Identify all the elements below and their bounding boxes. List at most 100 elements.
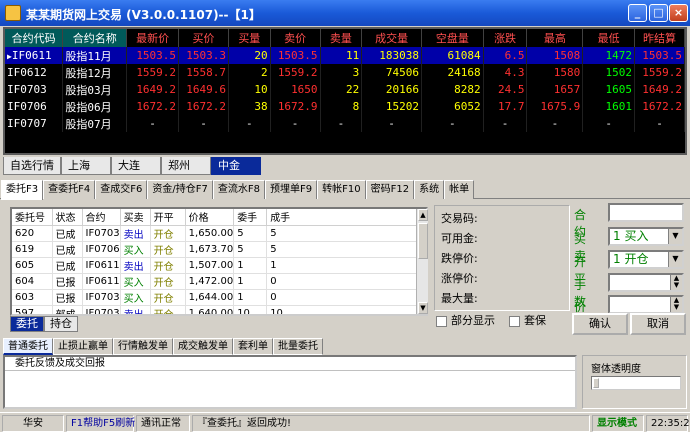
- quote-header[interactable]: 合约名称: [62, 29, 128, 47]
- orders-header-row: 委托号 状态 合约 买卖 开平 价格 委手 成手: [12, 209, 423, 226]
- quote-header[interactable]: 空盘量: [421, 29, 484, 47]
- qty-stepper[interactable]: ▲ ▼: [608, 273, 684, 292]
- tab-query-ledger[interactable]: 查流水F8: [212, 180, 265, 199]
- price-stepper[interactable]: ▲ ▼: [608, 295, 684, 314]
- tab-batch-order[interactable]: 批量委托: [273, 338, 323, 355]
- tab-market-dalian[interactable]: 大连: [111, 157, 161, 175]
- order-row[interactable]: 619 已成 IF0706 买入 开仓 1,673.70 5 5: [12, 241, 423, 258]
- minimize-button[interactable]: _: [628, 4, 647, 22]
- quote-row[interactable]: IF0707 股指07月 - - - - - - - - - - -: [5, 115, 685, 132]
- quote-header[interactable]: 涨跌: [483, 29, 528, 47]
- order-cell-status: 已成: [52, 241, 83, 258]
- quote-header[interactable]: 卖价: [270, 29, 321, 47]
- quote-header[interactable]: 成交量: [361, 29, 422, 47]
- display-mode[interactable]: 显示模式: [592, 415, 644, 432]
- row-pointer-icon: ▶: [7, 52, 12, 61]
- scroll-up-icon[interactable]: ▲: [418, 209, 428, 221]
- order-row[interactable]: 603 已报 IF0703 买入 开仓 1,644.00 1 0: [12, 289, 423, 306]
- quote-header[interactable]: 最高: [526, 29, 584, 47]
- tab-market-shanghai[interactable]: 上海: [61, 157, 111, 175]
- quote-cell-ask: 1650: [270, 81, 321, 98]
- transparency-panel: 窗体透明度: [582, 355, 687, 409]
- quote-cell-chg: 24.5: [483, 81, 528, 98]
- order-cell-contract: IF0611: [82, 273, 121, 290]
- quote-cell-prev: 1649.2: [634, 81, 685, 98]
- side-select[interactable]: 1 买入 ▼: [608, 227, 684, 246]
- tab-market-cffex[interactable]: 中金: [211, 157, 261, 175]
- close-button[interactable]: ×: [669, 4, 688, 22]
- quote-header[interactable]: 合约代码: [5, 29, 64, 47]
- orders-header[interactable]: 委手: [233, 209, 268, 226]
- order-cell-status: 已成: [52, 225, 83, 242]
- quote-header[interactable]: 昨结算: [634, 29, 685, 47]
- quote-cell-ask: -: [270, 115, 321, 132]
- maximize-button[interactable]: □: [649, 4, 668, 22]
- open-close-select[interactable]: 1 开仓 ▼: [608, 250, 684, 269]
- broker-status: 华安: [2, 415, 64, 432]
- display-options: 部分显示 套保: [436, 312, 546, 328]
- order-cell-qty: 1: [233, 289, 268, 306]
- quote-cell-oi: -: [421, 115, 484, 132]
- orders-header[interactable]: 成手: [266, 209, 423, 226]
- quote-row[interactable]: IF0612 股指12月 1559.2 1558.7 2 1559.2 3 74506 2416…: [5, 64, 685, 81]
- quote-cell-prev: 1672.2: [634, 98, 685, 115]
- orders-header[interactable]: 价格: [185, 209, 235, 226]
- cancel-button[interactable]: 取消: [630, 313, 686, 335]
- tab-market-zhengzhou[interactable]: 郑州: [161, 157, 211, 175]
- tab-funds-positions[interactable]: 资金/持仓F7: [147, 180, 213, 199]
- quote-row[interactable]: IF0706 股指06月 1672.2 1672.2 38 1672.9 8 15202 605…: [5, 98, 685, 115]
- scroll-down-icon[interactable]: ▼: [418, 302, 428, 314]
- tab-stop-order[interactable]: 止损止赢单: [53, 338, 113, 355]
- tab-preset-orders[interactable]: 预埋单F9: [264, 180, 318, 199]
- tab-positions[interactable]: 持仓: [44, 316, 78, 332]
- transparency-slider[interactable]: [591, 376, 681, 390]
- order-row[interactable]: 605 已成 IF0611 卖出 开仓 1,507.00 1 1: [12, 257, 423, 274]
- tab-password[interactable]: 密码F12: [365, 180, 415, 199]
- quote-cell-bidvol: 2: [228, 64, 271, 81]
- quote-row[interactable]: IF0703 股指03月 1649.2 1649.6 10 1650 22 20166 8282…: [5, 81, 685, 98]
- quote-row[interactable]: ▶IF0611 股指11月 1503.5 1503.3 20 1503.5 11 183038…: [5, 47, 685, 64]
- partial-display-checkbox[interactable]: 部分显示: [436, 312, 495, 328]
- orders-header[interactable]: 委托号: [12, 209, 53, 226]
- tab-trade-trigger[interactable]: 成交触发单: [173, 338, 233, 355]
- slider-handle[interactable]: [593, 378, 599, 388]
- orders-header[interactable]: 状态: [52, 209, 83, 226]
- tab-system[interactable]: 系统: [414, 180, 445, 199]
- tab-orders[interactable]: 委托: [10, 316, 44, 332]
- tab-normal-order[interactable]: 普通委托: [3, 338, 53, 355]
- quote-header[interactable]: 买价: [178, 29, 229, 47]
- orders-scrollbar[interactable]: ▲ ▼: [416, 209, 428, 314]
- quote-cell-low: 1601: [582, 98, 635, 115]
- quote-header[interactable]: 卖量: [320, 29, 363, 47]
- quote-header[interactable]: 最低: [582, 29, 635, 47]
- tab-quote-trigger[interactable]: 行情触发单: [113, 338, 173, 355]
- quote-cell-bid: 1503.3: [178, 47, 229, 64]
- orders-header[interactable]: 开平: [150, 209, 186, 226]
- tab-arbitrage[interactable]: 套利单: [233, 338, 273, 355]
- quote-header[interactable]: 最新价: [126, 29, 180, 47]
- orders-header[interactable]: 买卖: [120, 209, 151, 226]
- tab-order[interactable]: 委托F3: [1, 180, 44, 200]
- quote-header[interactable]: 买量: [228, 29, 271, 47]
- order-row[interactable]: 604 已报 IF0611 买入 开仓 1,472.00 1 0: [12, 273, 423, 290]
- status-message: 『查委托』返回成功!: [192, 415, 590, 432]
- tab-statement[interactable]: 帐单: [444, 180, 475, 199]
- spin-arrows-icon[interactable]: ▲ ▼: [670, 275, 682, 290]
- tab-query-orders[interactable]: 查委托F4: [43, 180, 96, 199]
- quote-cell-vol: 15202: [361, 98, 422, 115]
- orders-header[interactable]: 合约: [82, 209, 121, 226]
- partial-display-label: 部分显示: [451, 314, 495, 327]
- contract-input[interactable]: [608, 203, 684, 222]
- chevron-down-icon[interactable]: ▼: [668, 229, 682, 244]
- tab-market-watchlist[interactable]: 自选行情: [3, 157, 61, 175]
- scroll-thumb[interactable]: [418, 223, 428, 259]
- order-row[interactable]: 597 部成 IF0703 卖出 开仓 1,640.00 10 10: [12, 305, 423, 314]
- tab-query-trades[interactable]: 查成交F6: [95, 180, 148, 199]
- quote-cell-oi: 8282: [421, 81, 484, 98]
- spin-arrows-icon[interactable]: ▲ ▼: [670, 297, 682, 312]
- tab-transfer[interactable]: 转帐F10: [317, 180, 366, 199]
- order-row[interactable]: 620 已成 IF0703 卖出 开仓 1,650.00 5 5: [12, 225, 423, 242]
- hedge-checkbox[interactable]: 套保: [509, 312, 546, 328]
- confirm-button[interactable]: 确认: [572, 313, 628, 335]
- chevron-down-icon[interactable]: ▼: [668, 252, 682, 267]
